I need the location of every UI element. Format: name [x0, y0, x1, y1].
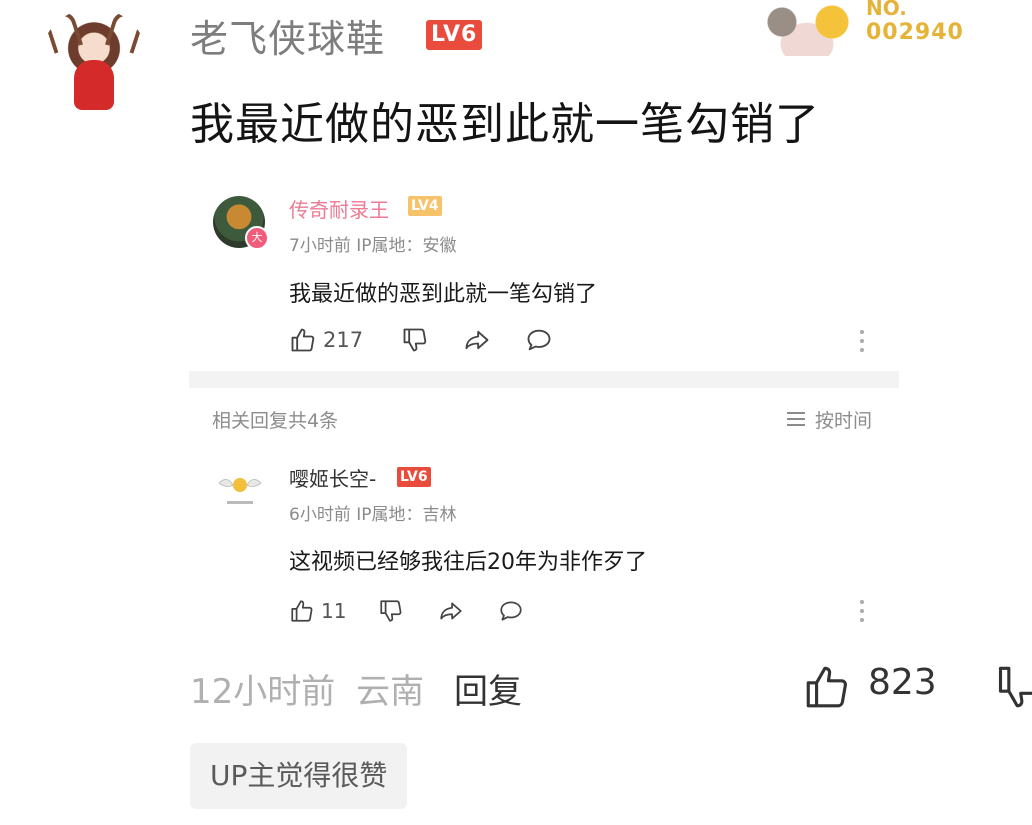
fan-badge-prefix: NO.	[866, 0, 907, 20]
quoted-meta: 7小时前 IP属地：安徽	[289, 236, 457, 256]
comment-text: 我最近做的恶到此就一笔勾销了	[190, 99, 820, 150]
reply-action-row: 11	[289, 593, 524, 629]
section-divider	[189, 371, 899, 388]
level-badge: LV6	[426, 20, 483, 50]
quoted-comment-text: 我最近做的恶到此就一笔勾销了	[289, 282, 598, 307]
sort-by-time-button[interactable]: 按时间	[815, 406, 872, 433]
fan-badge-number: 002940	[866, 20, 964, 45]
thumbs-up-icon[interactable]	[289, 326, 317, 354]
antler-decoration	[104, 8, 146, 54]
like-count: 823	[868, 662, 937, 703]
comment-time: 12小时前	[190, 672, 336, 712]
username[interactable]: 老飞侠球鞋	[190, 8, 385, 63]
like-count: 217	[323, 328, 364, 352]
comment-icon[interactable]	[525, 326, 553, 354]
share-icon[interactable]	[438, 598, 464, 624]
reply-meta: 6小时前 IP属地：吉林	[289, 505, 457, 525]
comment-location: 云南	[356, 672, 425, 712]
fan-badge[interactable]: NO. 002940	[748, 0, 978, 58]
thumbs-up-icon[interactable]	[289, 598, 315, 624]
quoted-username[interactable]: 传奇耐录王	[289, 194, 389, 223]
avatar-figure	[74, 60, 114, 110]
reply-text: 这视频已经够我往后20年为非作歹了	[289, 550, 647, 575]
quoted-user-avatar[interactable]: 大	[213, 196, 269, 250]
fan-badge-art	[752, 0, 862, 56]
like-count: 11	[321, 599, 347, 623]
up-liked-tag: UP主觉得很赞	[190, 743, 408, 809]
thumbs-up-icon[interactable]	[802, 662, 852, 716]
related-replies-count: 相关回复共4条	[212, 410, 339, 432]
sort-list-icon[interactable]	[786, 411, 806, 431]
reply-level-badge: LV6	[397, 467, 431, 487]
comment-icon[interactable]	[498, 598, 524, 624]
reply-username[interactable]: 嘤姬长空-	[289, 463, 376, 492]
reply-user-avatar[interactable]	[215, 463, 265, 513]
reply-button[interactable]: 回复	[454, 664, 522, 713]
user-avatar[interactable]	[40, 8, 148, 114]
thumbs-down-icon[interactable]	[378, 598, 404, 624]
vip-badge: 大	[245, 226, 269, 250]
share-icon[interactable]	[463, 326, 491, 354]
more-vertical-icon[interactable]	[856, 328, 868, 358]
quoted-level-badge: LV4	[408, 196, 442, 216]
more-vertical-icon[interactable]	[856, 598, 868, 628]
antler-decoration	[42, 8, 84, 54]
quoted-action-row: 217	[289, 322, 553, 358]
thumbs-down-icon[interactable]	[401, 326, 429, 354]
comment-time-location: 12小时前 云南	[190, 664, 424, 713]
thumbs-down-icon[interactable]	[994, 662, 1032, 716]
